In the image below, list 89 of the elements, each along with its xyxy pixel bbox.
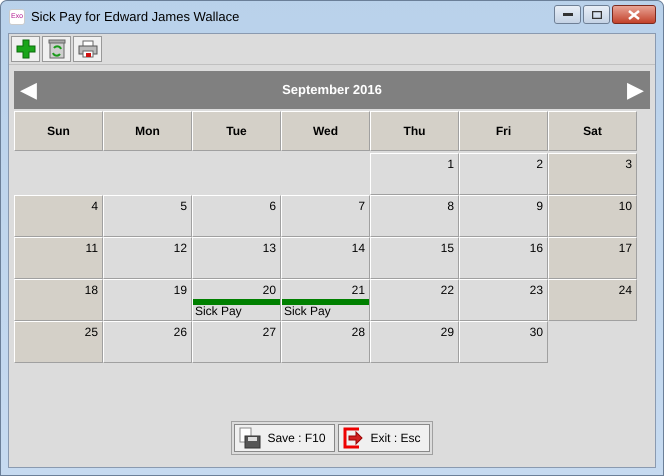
printer-icon [78, 40, 98, 58]
day-number: 2 [536, 156, 544, 173]
day-number: 11 [86, 240, 99, 257]
minimize-button[interactable] [554, 5, 581, 24]
weekday-header: Fri [459, 111, 548, 151]
day-cell[interactable]: 17 [548, 237, 637, 279]
day-cell[interactable]: 27 [192, 321, 281, 363]
weekday-header: Sat [548, 111, 637, 151]
weekday-header: Mon [103, 111, 192, 151]
day-number: 9 [536, 198, 544, 215]
day-number: 7 [358, 198, 366, 215]
day-number: 23 [530, 282, 544, 299]
day-number: 3 [625, 156, 633, 173]
day-number: 13 [262, 240, 277, 257]
day-number: 6 [269, 198, 277, 215]
day-cell[interactable]: 8 [370, 195, 459, 237]
day-cell[interactable]: 19 [103, 279, 192, 321]
day-cell[interactable]: 7 [281, 195, 370, 237]
save-icon [239, 427, 262, 449]
day-number: 12 [174, 240, 188, 257]
day-number: 28 [352, 324, 366, 341]
day-cell[interactable]: 15 [370, 237, 459, 279]
recycle-bin-icon [48, 39, 66, 59]
event-label: Sick Pay [194, 305, 243, 318]
previous-month-button[interactable]: ◀ [20, 79, 37, 101]
add-icon [16, 39, 36, 59]
day-cell[interactable]: 28 [281, 321, 370, 363]
exit-button[interactable]: Exit : Esc [338, 424, 430, 452]
month-title: September 2016 [282, 81, 382, 100]
day-cell[interactable]: 21 Sick Pay [281, 279, 370, 321]
day-number: 14 [352, 240, 366, 257]
day-number: 4 [91, 198, 99, 215]
day-number: 15 [440, 240, 455, 257]
day-cell[interactable]: 10 [548, 195, 637, 237]
day-cell[interactable]: 6 [192, 195, 281, 237]
day-cell[interactable]: 12 [103, 237, 192, 279]
exit-icon [342, 427, 364, 449]
day-number: 24 [618, 282, 633, 299]
day-number: 19 [174, 282, 188, 299]
day-cell[interactable]: 25 [14, 321, 103, 363]
day-number: 22 [440, 282, 455, 299]
maximize-button[interactable] [583, 5, 610, 24]
day-cell[interactable]: 3 [548, 153, 637, 195]
day-cell[interactable]: 14 [281, 237, 370, 279]
weekday-header: Tue [192, 111, 281, 151]
day-cell[interactable]: 18 [14, 279, 103, 321]
maximize-icon [592, 10, 602, 18]
day-cell[interactable]: 2 [459, 153, 548, 195]
day-number: 17 [618, 240, 633, 257]
day-cell[interactable]: 9 [459, 195, 548, 237]
day-cell[interactable]: 11 [14, 237, 103, 279]
window-title: Sick Pay for Edward James Wallace [31, 8, 240, 26]
day-cell[interactable]: 13 [192, 237, 281, 279]
print-button[interactable] [73, 36, 102, 62]
day-cell[interactable]: 20 Sick Pay [192, 279, 281, 321]
next-month-button[interactable]: ▶ [626, 79, 644, 101]
day-number: 18 [84, 282, 99, 299]
close-icon [628, 10, 640, 20]
day-cell[interactable]: 16 [459, 237, 548, 279]
day-number: 5 [180, 198, 188, 215]
day-cell[interactable]: 26 [103, 321, 192, 363]
save-button[interactable]: Save : F10 [234, 424, 334, 452]
day-number: 30 [530, 324, 544, 341]
day-number: 16 [530, 240, 544, 257]
event-label: Sick Pay [283, 305, 332, 318]
day-number: 20 [262, 282, 277, 299]
recycle-button[interactable] [42, 36, 71, 62]
day-cell[interactable]: 1 [370, 153, 459, 195]
minimize-icon [562, 12, 572, 16]
day-number: 25 [84, 324, 99, 341]
day-cell[interactable]: 5 [103, 195, 192, 237]
day-number: 10 [618, 198, 633, 215]
weekday-header: Thu [370, 111, 459, 151]
close-button[interactable] [612, 5, 656, 24]
day-number: 21 [352, 282, 366, 299]
day-cell[interactable]: 30 [459, 321, 548, 363]
add-button[interactable] [11, 36, 40, 62]
day-cell[interactable]: 23 [459, 279, 548, 321]
day-cell[interactable]: 24 [548, 279, 637, 321]
day-cell[interactable]: 4 [14, 195, 103, 237]
day-cell[interactable]: 29 [370, 321, 459, 363]
weekday-header: Sun [14, 111, 103, 151]
day-number: 26 [174, 324, 188, 341]
day-number: 29 [440, 324, 455, 341]
day-number: 8 [447, 198, 455, 215]
day-cell[interactable]: 22 [370, 279, 459, 321]
day-number: 27 [262, 324, 277, 341]
weekday-header: Wed [281, 111, 370, 151]
day-number: 1 [447, 156, 455, 173]
